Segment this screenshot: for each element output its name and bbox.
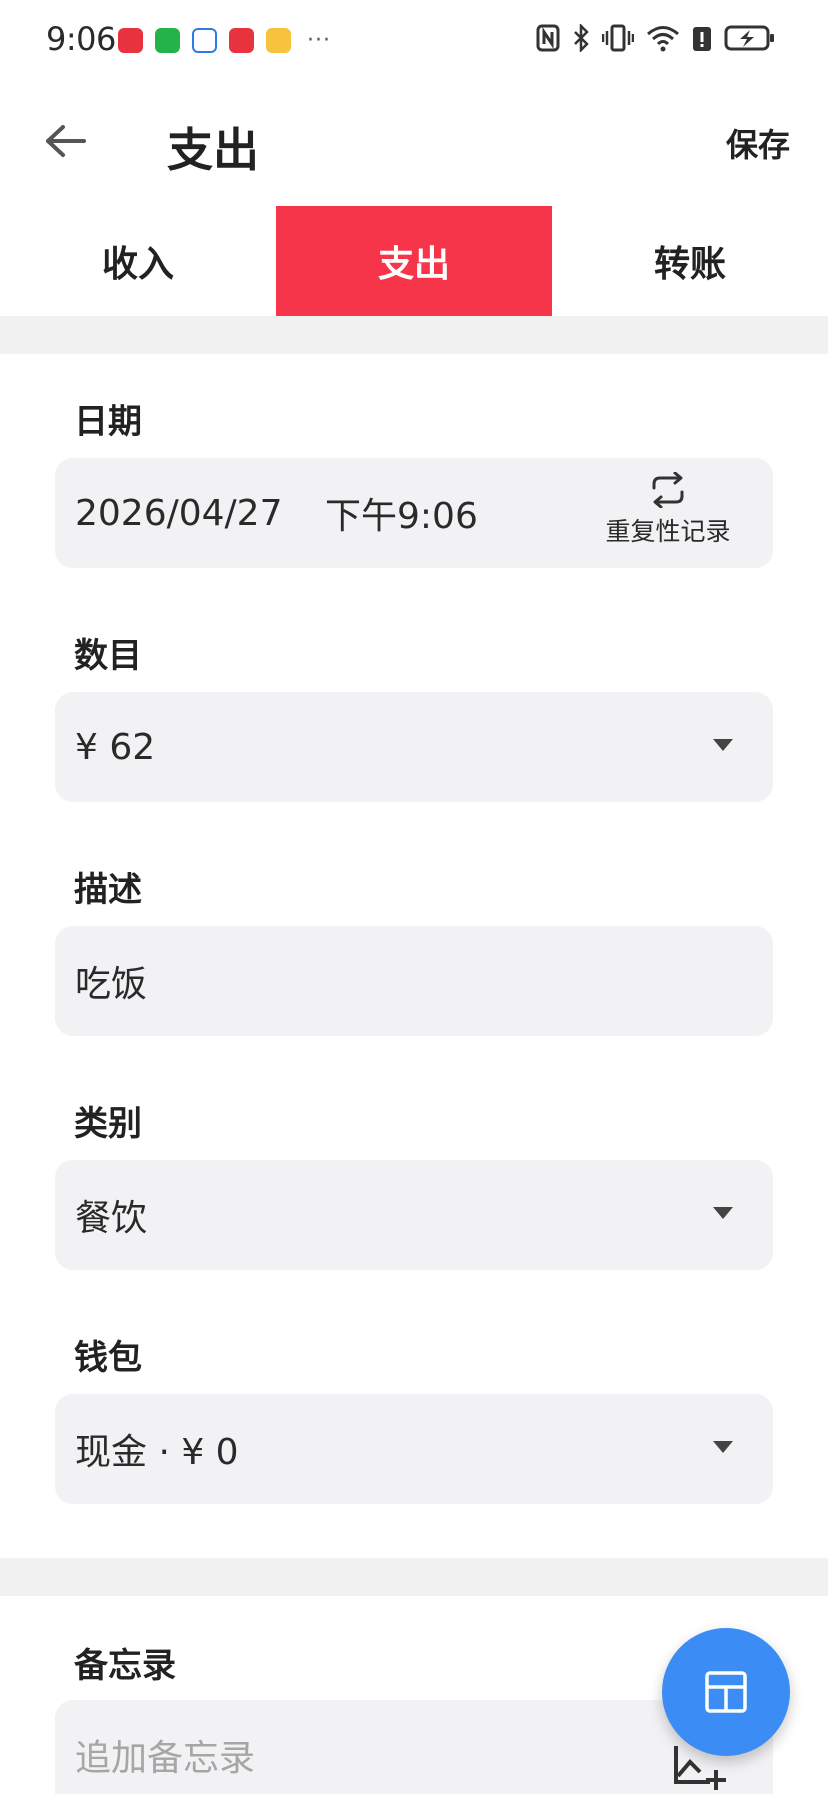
layout-grid-icon xyxy=(705,1671,747,1713)
alert-icon xyxy=(693,27,711,51)
amount-field[interactable]: ¥ 62 xyxy=(55,692,773,802)
amount-label: 数目 xyxy=(74,636,142,676)
baidu-netdisk-icon xyxy=(192,28,217,53)
repeat-record-button[interactable]: 重复性记录 xyxy=(593,472,743,548)
description-value: 吃饭 xyxy=(75,964,148,1005)
date-label: 日期 xyxy=(74,402,142,442)
category-label: 类别 xyxy=(74,1104,142,1144)
more-notifications: ··· xyxy=(307,28,331,53)
memo-label: 备忘录 xyxy=(74,1646,176,1686)
caret-down-icon xyxy=(713,739,733,751)
date-value[interactable]: 2026/04/27 xyxy=(75,458,283,568)
caret-down-icon xyxy=(713,1441,733,1453)
page-title: 支出 xyxy=(167,123,259,177)
system-icons xyxy=(536,24,776,52)
category-field[interactable]: 餐饮 xyxy=(55,1160,773,1270)
wallet-value: 现金 · ¥ 0 xyxy=(75,1432,239,1473)
battery-charging-icon xyxy=(724,25,774,51)
description-label: 描述 xyxy=(74,870,142,910)
caret-down-icon xyxy=(713,1207,733,1219)
save-button[interactable]: 保存 xyxy=(726,120,790,166)
memo-placeholder: 追加备忘录 xyxy=(75,1738,256,1779)
notification-icons: ··· xyxy=(118,28,331,53)
time-value[interactable]: 下午9:06 xyxy=(325,458,478,568)
weibo-icon xyxy=(266,28,291,53)
wifi-icon xyxy=(647,26,679,52)
wechat-icon xyxy=(155,28,180,53)
tab-expense[interactable]: 支出 xyxy=(276,206,552,316)
tab-income[interactable]: 收入 xyxy=(0,206,276,316)
category-value: 餐饮 xyxy=(75,1198,148,1239)
wallet-label: 钱包 xyxy=(74,1338,142,1378)
amount-value: ¥ 62 xyxy=(75,726,156,768)
wallet-field[interactable]: 现金 · ¥ 0 xyxy=(55,1394,773,1504)
section-divider xyxy=(0,316,828,354)
description-field[interactable]: 吃饭 xyxy=(55,926,773,1036)
repeat-record-label: 重复性记录 xyxy=(605,517,731,546)
repeat-icon xyxy=(652,472,684,508)
vibrate-icon xyxy=(602,24,634,52)
app-bar: 支出 保存 xyxy=(0,78,828,206)
status-bar: 9:06 ··· xyxy=(0,0,828,78)
transaction-type-tabs: 收入 支出 转账 xyxy=(0,206,828,316)
nfc-icon xyxy=(536,24,560,52)
bluetooth-icon xyxy=(574,24,589,52)
back-button[interactable] xyxy=(40,116,90,166)
tab-transfer[interactable]: 转账 xyxy=(552,206,828,316)
status-time: 9:06 xyxy=(46,20,116,58)
arrow-left-icon xyxy=(46,125,86,157)
calculator-fab[interactable] xyxy=(662,1628,790,1756)
section-divider xyxy=(0,1558,828,1596)
xiaohongshu-icon xyxy=(118,28,143,53)
xiaohongshu-icon xyxy=(229,28,254,53)
date-field: 2026/04/27 下午9:06 重复性记录 xyxy=(55,458,773,568)
